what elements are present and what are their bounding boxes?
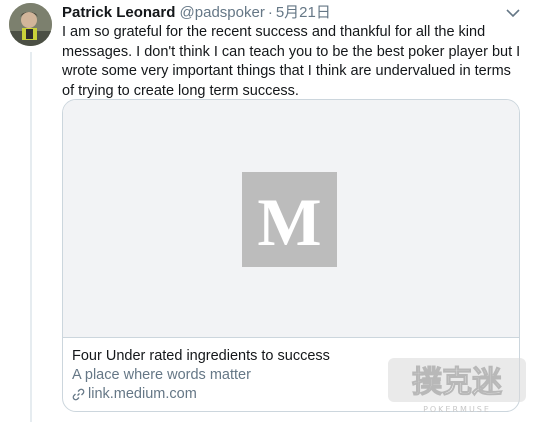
watermark-text: 撲克迷	[412, 365, 503, 400]
chevron-down-icon[interactable]	[504, 6, 522, 20]
thread-line	[30, 52, 32, 422]
link-icon	[72, 388, 85, 401]
tweet-header: Patrick Leonard @padspoker · 5月21日	[62, 4, 331, 22]
medium-logo-letter: M	[257, 184, 321, 260]
author-name[interactable]: Patrick Leonard	[62, 4, 175, 21]
card-domain[interactable]: link.medium.com	[72, 386, 197, 402]
card-title[interactable]: Four Under rated ingredients to success	[72, 348, 330, 364]
tweet-date[interactable]: 5月21日	[276, 4, 331, 21]
separator-dot: ·	[267, 4, 273, 21]
card-image[interactable]: M	[63, 100, 519, 338]
avatar[interactable]	[9, 3, 52, 46]
watermark-subtext: POKERMUSE	[423, 405, 491, 414]
author-handle[interactable]: @padspoker	[180, 4, 265, 21]
watermark-logo: 撲克迷 POKERMUSE	[382, 350, 532, 416]
card-description: A place where words matter	[72, 367, 251, 383]
tweet-text: I am so grateful for the recent success …	[62, 24, 521, 99]
medium-logo: M	[242, 172, 337, 267]
card-domain-text: link.medium.com	[88, 386, 197, 402]
